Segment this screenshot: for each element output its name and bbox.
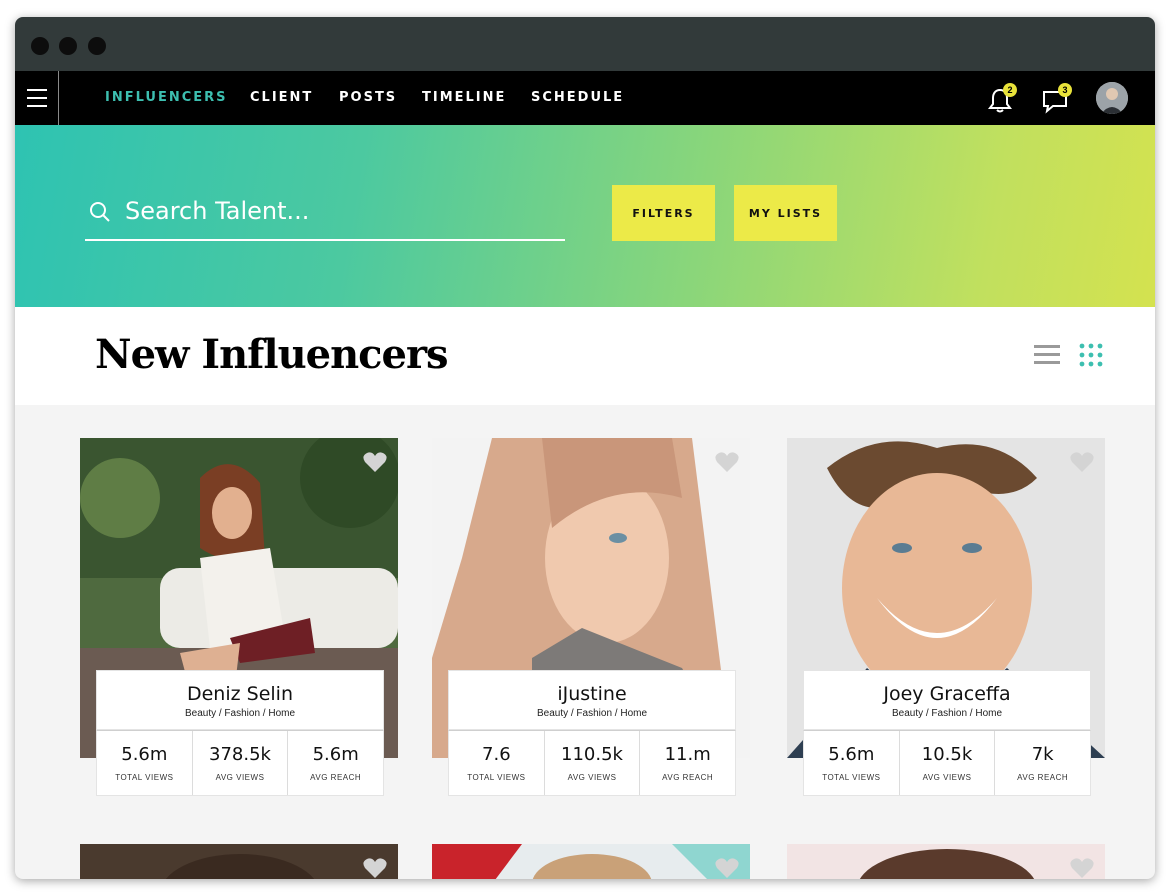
window-close-dot[interactable] <box>31 37 49 55</box>
window-titlebar <box>15 17 1155 71</box>
stat-total-views: 5.6m TOTAL VIEWS <box>804 731 900 795</box>
influencer-card-partial[interactable] <box>787 844 1105 879</box>
nav-item-influencers[interactable]: INFLUENCERS <box>105 71 228 125</box>
page-title: New Influencers <box>95 331 449 378</box>
nav-item-posts[interactable]: POSTS <box>339 71 397 125</box>
search-input[interactable]: Search Talent... <box>85 185 565 241</box>
influencer-stats: 7.6 TOTAL VIEWS 110.5k AVG VIEWS 11.m AVG R… <box>448 730 736 796</box>
stat-value: 5.6m <box>828 744 875 765</box>
stat-label: AVG REACH <box>310 773 362 782</box>
stat-label: TOTAL VIEWS <box>467 773 526 782</box>
heart-icon[interactable] <box>714 856 740 879</box>
grid-view-icon[interactable] <box>1079 343 1105 367</box>
list-view-icon[interactable] <box>1033 343 1061 367</box>
stat-label: AVG VIEWS <box>215 773 265 782</box>
influencer-info: iJustine Beauty / Fashion / Home 7.6 TOTA… <box>448 670 736 796</box>
menu-icon[interactable] <box>15 71 59 125</box>
influencer-card-partial[interactable] <box>432 844 750 879</box>
influencer-card[interactable]: iJustine Beauty / Fashion / Home 7.6 TOTA… <box>432 438 750 838</box>
influencer-card[interactable]: Joey Graceffa Beauty / Fashion / Home 5.… <box>787 438 1105 838</box>
influencer-card[interactable]: Deniz Selin Beauty / Fashion / Home 5.6m… <box>80 438 398 838</box>
chat-icon[interactable]: 3 <box>1041 83 1072 114</box>
name-box: Deniz Selin Beauty / Fashion / Home <box>96 670 384 730</box>
heart-icon[interactable] <box>714 450 740 474</box>
stat-value: 10.5k <box>921 744 973 765</box>
stat-label: AVG REACH <box>1017 773 1069 782</box>
influencer-name[interactable]: Joey Graceffa <box>804 671 1090 705</box>
influencer-info: Joey Graceffa Beauty / Fashion / Home 5.… <box>803 670 1091 796</box>
stat-value: 378.5k <box>209 744 271 765</box>
search-placeholder: Search Talent... <box>125 197 310 225</box>
stat-avg-views: 110.5k AVG VIEWS <box>545 731 641 795</box>
influencer-categories: Beauty / Fashion / Home <box>536 708 648 719</box>
influencer-name[interactable]: Deniz Selin <box>97 671 383 705</box>
nav-item-timeline[interactable]: TIMELINE <box>422 71 506 125</box>
bell-icon[interactable]: 2 <box>986 83 1017 114</box>
influencer-stats: 5.6m TOTAL VIEWS 10.5k AVG VIEWS 7k AVG REA… <box>803 730 1091 796</box>
my-lists-button[interactable]: MY LISTS <box>734 185 837 241</box>
stat-avg-views: 10.5k AVG VIEWS <box>900 731 996 795</box>
influencer-categories: Beauty / Fashion / Home <box>891 708 1003 719</box>
stat-label: AVG VIEWS <box>922 773 972 782</box>
stat-avg-reach: 11.m AVG REACH <box>640 731 735 795</box>
stat-label: AVG VIEWS <box>567 773 617 782</box>
stat-value: 110.5k <box>561 744 623 765</box>
influencer-name[interactable]: iJustine <box>449 671 735 705</box>
stat-label: AVG REACH <box>662 773 714 782</box>
stat-label: TOTAL VIEWS <box>822 773 881 782</box>
stat-label: TOTAL VIEWS <box>115 773 174 782</box>
influencer-info: Deniz Selin Beauty / Fashion / Home 5.6m… <box>96 670 384 796</box>
influencer-stats: 5.6m TOTAL VIEWS 378.5k AVG VIEWS 5.6m AVG … <box>96 730 384 796</box>
stat-avg-views: 378.5k AVG VIEWS <box>193 731 289 795</box>
stat-value: 7.6 <box>482 744 511 765</box>
stat-value: 7k <box>1031 744 1054 765</box>
stat-total-views: 5.6m TOTAL VIEWS <box>97 731 193 795</box>
stat-value: 11.m <box>664 744 711 765</box>
section-header: New Influencers <box>15 307 1155 405</box>
heart-icon[interactable] <box>362 856 388 879</box>
heart-icon[interactable] <box>1069 856 1095 879</box>
influencer-categories: Beauty / Fashion / Home <box>184 708 296 719</box>
search-hero: Search Talent... FILTERS MY LISTS <box>15 125 1155 307</box>
nav-item-schedule[interactable]: SCHEDULE <box>531 71 624 125</box>
window-maximize-dot[interactable] <box>88 37 106 55</box>
influencer-card-partial[interactable] <box>80 844 398 879</box>
stat-total-views: 7.6 TOTAL VIEWS <box>449 731 545 795</box>
messages-badge: 3 <box>1058 83 1072 97</box>
name-box: Joey Graceffa Beauty / Fashion / Home <box>803 670 1091 730</box>
heart-icon[interactable] <box>1069 450 1095 474</box>
stat-value: 5.6m <box>121 744 168 765</box>
nav-item-client[interactable]: CLIENT <box>250 71 313 125</box>
filters-button[interactable]: FILTERS <box>612 185 715 241</box>
heart-icon[interactable] <box>362 450 388 474</box>
app-window: INFLUENCERS CLIENT POSTS TIMELINE SCHEDU… <box>15 17 1155 879</box>
window-minimize-dot[interactable] <box>59 37 77 55</box>
stat-value: 5.6m <box>312 744 359 765</box>
name-box: iJustine Beauty / Fashion / Home <box>448 670 736 730</box>
top-navbar: INFLUENCERS CLIENT POSTS TIMELINE SCHEDU… <box>15 71 1155 125</box>
notifications-badge: 2 <box>1003 83 1017 97</box>
search-icon <box>90 202 110 222</box>
stat-avg-reach: 7k AVG REACH <box>995 731 1090 795</box>
avatar[interactable] <box>1096 82 1128 114</box>
stat-avg-reach: 5.6m AVG REACH <box>288 731 383 795</box>
